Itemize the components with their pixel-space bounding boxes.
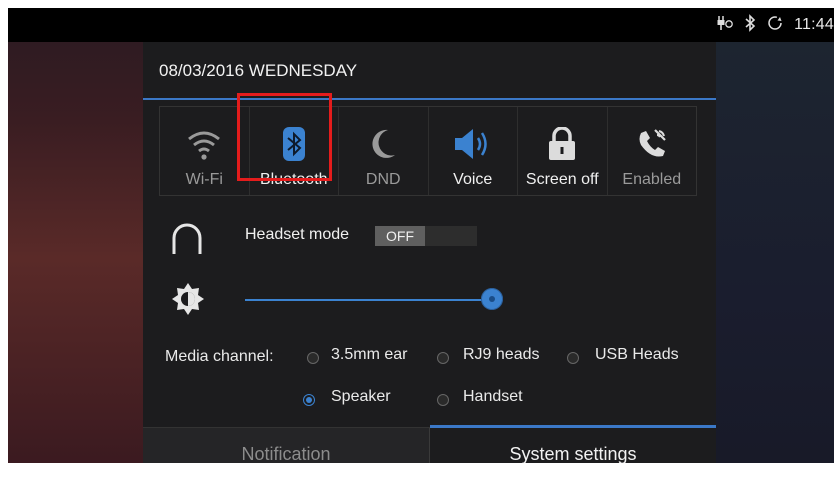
option-speaker-label: Speaker [331, 388, 391, 405]
toggle-dnd[interactable]: DND [339, 107, 429, 195]
toggle-dnd-label: DND [365, 171, 401, 188]
toggle-bluetooth-label: Bluetooth [259, 171, 328, 188]
toggle-voice[interactable]: Voice [429, 107, 518, 195]
bluetooth-icon [282, 127, 305, 161]
radio-rj9[interactable] [437, 352, 449, 364]
bluetooth-status-icon [744, 14, 756, 36]
tab-notification[interactable]: Notification [143, 428, 430, 463]
toggle-bluetooth[interactable]: Bluetooth [250, 107, 339, 195]
toggle-wifi[interactable]: Wi-Fi [160, 107, 250, 195]
panel-tabs: Notification System settings [143, 425, 716, 463]
quick-settings-panel: 08/03/2016 WEDNESDAY Wi-Fi Bluetooth DND… [143, 42, 716, 463]
radio-handset[interactable] [437, 394, 449, 406]
usb-charging-icon [716, 15, 734, 35]
toggle-enabled[interactable]: Enabled [608, 107, 697, 195]
toggle-wifi-label: Wi-Fi [185, 171, 223, 188]
toggle-screen-off[interactable]: Screen off [518, 107, 608, 195]
date-label: 08/03/2016 WEDNESDAY [143, 42, 716, 100]
toggle-screen-off-label: Screen off [525, 171, 599, 188]
headset-mode-label: Headset mode [245, 226, 350, 243]
call-forward-icon [639, 129, 666, 157]
media-channel-label: Media channel: [165, 348, 274, 365]
brightness-slider-thumb[interactable] [481, 288, 503, 310]
moon-icon [372, 129, 396, 158]
status-bar: 11:44 [8, 8, 834, 42]
brightness-slider-track[interactable] [245, 299, 498, 301]
option-3-5mm-label: 3.5mm ear [331, 346, 408, 363]
radio-speaker[interactable] [303, 394, 315, 406]
headset-mode-switch[interactable]: OFF [375, 226, 477, 246]
brightness-icon [171, 282, 205, 321]
wallpaper [708, 42, 834, 463]
wifi-icon [188, 131, 221, 160]
radio-3-5mm[interactable] [307, 352, 319, 364]
option-usb-label: USB Heads [595, 346, 679, 363]
option-handset-label: Handset [463, 388, 523, 405]
tab-system-settings[interactable]: System settings [430, 425, 716, 463]
headset-mode-state: OFF [375, 226, 425, 246]
headphones-icon [170, 220, 204, 265]
option-rj9-label: RJ9 heads [463, 346, 540, 363]
radio-usb[interactable] [567, 352, 579, 364]
device-screen: 11:44 08/03/2016 WEDNESDAY Wi-Fi Bluetoo… [8, 8, 834, 463]
clock: 11:44 [794, 16, 834, 33]
speaker-icon [454, 129, 487, 159]
sync-icon [766, 14, 784, 36]
quick-toggles: Wi-Fi Bluetooth DND Voice Screen off Ena… [159, 106, 697, 196]
headset-mode-row: Headset mode OFF [143, 220, 716, 270]
toggle-voice-label: Voice [453, 171, 493, 188]
brightness-row [143, 278, 716, 322]
lock-icon [549, 127, 576, 160]
toggle-enabled-label: Enabled [622, 171, 682, 188]
